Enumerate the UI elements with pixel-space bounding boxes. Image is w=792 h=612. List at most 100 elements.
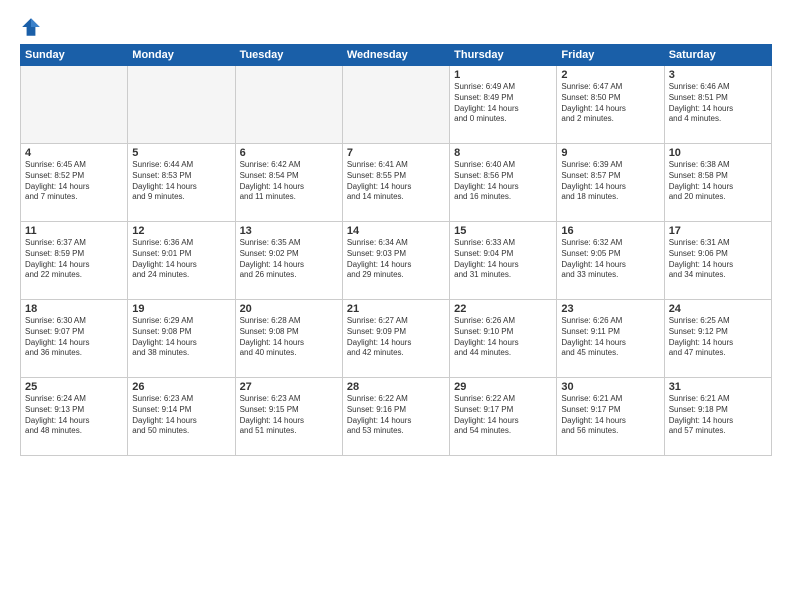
day-cell: 11Sunrise: 6:37 AM Sunset: 8:59 PM Dayli… <box>21 222 128 300</box>
day-cell: 13Sunrise: 6:35 AM Sunset: 9:02 PM Dayli… <box>235 222 342 300</box>
day-cell: 6Sunrise: 6:42 AM Sunset: 8:54 PM Daylig… <box>235 144 342 222</box>
day-number: 25 <box>25 381 123 393</box>
day-number: 16 <box>561 225 659 237</box>
week-row-1: 1Sunrise: 6:49 AM Sunset: 8:49 PM Daylig… <box>21 66 772 144</box>
day-number: 6 <box>240 147 338 159</box>
logo <box>20 16 46 38</box>
day-cell: 1Sunrise: 6:49 AM Sunset: 8:49 PM Daylig… <box>450 66 557 144</box>
day-info: Sunrise: 6:22 AM Sunset: 9:17 PM Dayligh… <box>454 394 552 437</box>
week-row-3: 11Sunrise: 6:37 AM Sunset: 8:59 PM Dayli… <box>21 222 772 300</box>
day-cell <box>342 66 449 144</box>
day-cell: 25Sunrise: 6:24 AM Sunset: 9:13 PM Dayli… <box>21 378 128 456</box>
day-number: 7 <box>347 147 445 159</box>
day-info: Sunrise: 6:38 AM Sunset: 8:58 PM Dayligh… <box>669 160 767 203</box>
day-number: 10 <box>669 147 767 159</box>
day-cell <box>235 66 342 144</box>
day-cell: 9Sunrise: 6:39 AM Sunset: 8:57 PM Daylig… <box>557 144 664 222</box>
day-cell: 15Sunrise: 6:33 AM Sunset: 9:04 PM Dayli… <box>450 222 557 300</box>
day-cell <box>21 66 128 144</box>
days-header-row: SundayMondayTuesdayWednesdayThursdayFrid… <box>21 45 772 66</box>
day-cell: 8Sunrise: 6:40 AM Sunset: 8:56 PM Daylig… <box>450 144 557 222</box>
day-cell: 17Sunrise: 6:31 AM Sunset: 9:06 PM Dayli… <box>664 222 771 300</box>
day-info: Sunrise: 6:45 AM Sunset: 8:52 PM Dayligh… <box>25 160 123 203</box>
day-number: 18 <box>25 303 123 315</box>
day-info: Sunrise: 6:26 AM Sunset: 9:10 PM Dayligh… <box>454 316 552 359</box>
day-number: 3 <box>669 69 767 81</box>
day-header-tuesday: Tuesday <box>235 45 342 66</box>
week-row-2: 4Sunrise: 6:45 AM Sunset: 8:52 PM Daylig… <box>21 144 772 222</box>
day-info: Sunrise: 6:31 AM Sunset: 9:06 PM Dayligh… <box>669 238 767 281</box>
day-info: Sunrise: 6:24 AM Sunset: 9:13 PM Dayligh… <box>25 394 123 437</box>
calendar-table: SundayMondayTuesdayWednesdayThursdayFrid… <box>20 44 772 456</box>
day-header-monday: Monday <box>128 45 235 66</box>
day-info: Sunrise: 6:32 AM Sunset: 9:05 PM Dayligh… <box>561 238 659 281</box>
day-info: Sunrise: 6:30 AM Sunset: 9:07 PM Dayligh… <box>25 316 123 359</box>
day-number: 31 <box>669 381 767 393</box>
day-number: 20 <box>240 303 338 315</box>
header <box>20 16 772 38</box>
week-row-4: 18Sunrise: 6:30 AM Sunset: 9:07 PM Dayli… <box>21 300 772 378</box>
day-cell: 20Sunrise: 6:28 AM Sunset: 9:08 PM Dayli… <box>235 300 342 378</box>
day-header-saturday: Saturday <box>664 45 771 66</box>
day-number: 5 <box>132 147 230 159</box>
day-info: Sunrise: 6:46 AM Sunset: 8:51 PM Dayligh… <box>669 82 767 125</box>
day-info: Sunrise: 6:25 AM Sunset: 9:12 PM Dayligh… <box>669 316 767 359</box>
day-cell: 3Sunrise: 6:46 AM Sunset: 8:51 PM Daylig… <box>664 66 771 144</box>
day-cell: 30Sunrise: 6:21 AM Sunset: 9:17 PM Dayli… <box>557 378 664 456</box>
day-cell: 18Sunrise: 6:30 AM Sunset: 9:07 PM Dayli… <box>21 300 128 378</box>
day-info: Sunrise: 6:40 AM Sunset: 8:56 PM Dayligh… <box>454 160 552 203</box>
day-info: Sunrise: 6:21 AM Sunset: 9:18 PM Dayligh… <box>669 394 767 437</box>
day-info: Sunrise: 6:23 AM Sunset: 9:14 PM Dayligh… <box>132 394 230 437</box>
day-number: 17 <box>669 225 767 237</box>
day-number: 28 <box>347 381 445 393</box>
day-cell: 7Sunrise: 6:41 AM Sunset: 8:55 PM Daylig… <box>342 144 449 222</box>
day-cell: 12Sunrise: 6:36 AM Sunset: 9:01 PM Dayli… <box>128 222 235 300</box>
day-info: Sunrise: 6:47 AM Sunset: 8:50 PM Dayligh… <box>561 82 659 125</box>
day-cell: 31Sunrise: 6:21 AM Sunset: 9:18 PM Dayli… <box>664 378 771 456</box>
day-number: 26 <box>132 381 230 393</box>
day-number: 23 <box>561 303 659 315</box>
day-cell: 16Sunrise: 6:32 AM Sunset: 9:05 PM Dayli… <box>557 222 664 300</box>
day-number: 22 <box>454 303 552 315</box>
day-cell: 5Sunrise: 6:44 AM Sunset: 8:53 PM Daylig… <box>128 144 235 222</box>
day-number: 8 <box>454 147 552 159</box>
day-info: Sunrise: 6:35 AM Sunset: 9:02 PM Dayligh… <box>240 238 338 281</box>
day-number: 1 <box>454 69 552 81</box>
page: SundayMondayTuesdayWednesdayThursdayFrid… <box>0 0 792 612</box>
day-number: 21 <box>347 303 445 315</box>
day-info: Sunrise: 6:34 AM Sunset: 9:03 PM Dayligh… <box>347 238 445 281</box>
day-number: 29 <box>454 381 552 393</box>
day-info: Sunrise: 6:28 AM Sunset: 9:08 PM Dayligh… <box>240 316 338 359</box>
day-header-wednesday: Wednesday <box>342 45 449 66</box>
day-info: Sunrise: 6:27 AM Sunset: 9:09 PM Dayligh… <box>347 316 445 359</box>
day-number: 2 <box>561 69 659 81</box>
day-cell: 4Sunrise: 6:45 AM Sunset: 8:52 PM Daylig… <box>21 144 128 222</box>
day-number: 13 <box>240 225 338 237</box>
day-cell: 23Sunrise: 6:26 AM Sunset: 9:11 PM Dayli… <box>557 300 664 378</box>
day-number: 30 <box>561 381 659 393</box>
day-header-friday: Friday <box>557 45 664 66</box>
day-info: Sunrise: 6:41 AM Sunset: 8:55 PM Dayligh… <box>347 160 445 203</box>
day-cell: 2Sunrise: 6:47 AM Sunset: 8:50 PM Daylig… <box>557 66 664 144</box>
day-cell: 24Sunrise: 6:25 AM Sunset: 9:12 PM Dayli… <box>664 300 771 378</box>
day-cell: 19Sunrise: 6:29 AM Sunset: 9:08 PM Dayli… <box>128 300 235 378</box>
day-info: Sunrise: 6:44 AM Sunset: 8:53 PM Dayligh… <box>132 160 230 203</box>
day-cell: 21Sunrise: 6:27 AM Sunset: 9:09 PM Dayli… <box>342 300 449 378</box>
day-info: Sunrise: 6:36 AM Sunset: 9:01 PM Dayligh… <box>132 238 230 281</box>
day-cell: 10Sunrise: 6:38 AM Sunset: 8:58 PM Dayli… <box>664 144 771 222</box>
day-cell: 29Sunrise: 6:22 AM Sunset: 9:17 PM Dayli… <box>450 378 557 456</box>
day-info: Sunrise: 6:29 AM Sunset: 9:08 PM Dayligh… <box>132 316 230 359</box>
day-header-thursday: Thursday <box>450 45 557 66</box>
week-row-5: 25Sunrise: 6:24 AM Sunset: 9:13 PM Dayli… <box>21 378 772 456</box>
day-number: 24 <box>669 303 767 315</box>
day-info: Sunrise: 6:42 AM Sunset: 8:54 PM Dayligh… <box>240 160 338 203</box>
day-info: Sunrise: 6:39 AM Sunset: 8:57 PM Dayligh… <box>561 160 659 203</box>
day-number: 15 <box>454 225 552 237</box>
day-number: 27 <box>240 381 338 393</box>
day-cell: 27Sunrise: 6:23 AM Sunset: 9:15 PM Dayli… <box>235 378 342 456</box>
day-cell: 14Sunrise: 6:34 AM Sunset: 9:03 PM Dayli… <box>342 222 449 300</box>
day-info: Sunrise: 6:49 AM Sunset: 8:49 PM Dayligh… <box>454 82 552 125</box>
day-number: 4 <box>25 147 123 159</box>
day-number: 12 <box>132 225 230 237</box>
day-info: Sunrise: 6:22 AM Sunset: 9:16 PM Dayligh… <box>347 394 445 437</box>
